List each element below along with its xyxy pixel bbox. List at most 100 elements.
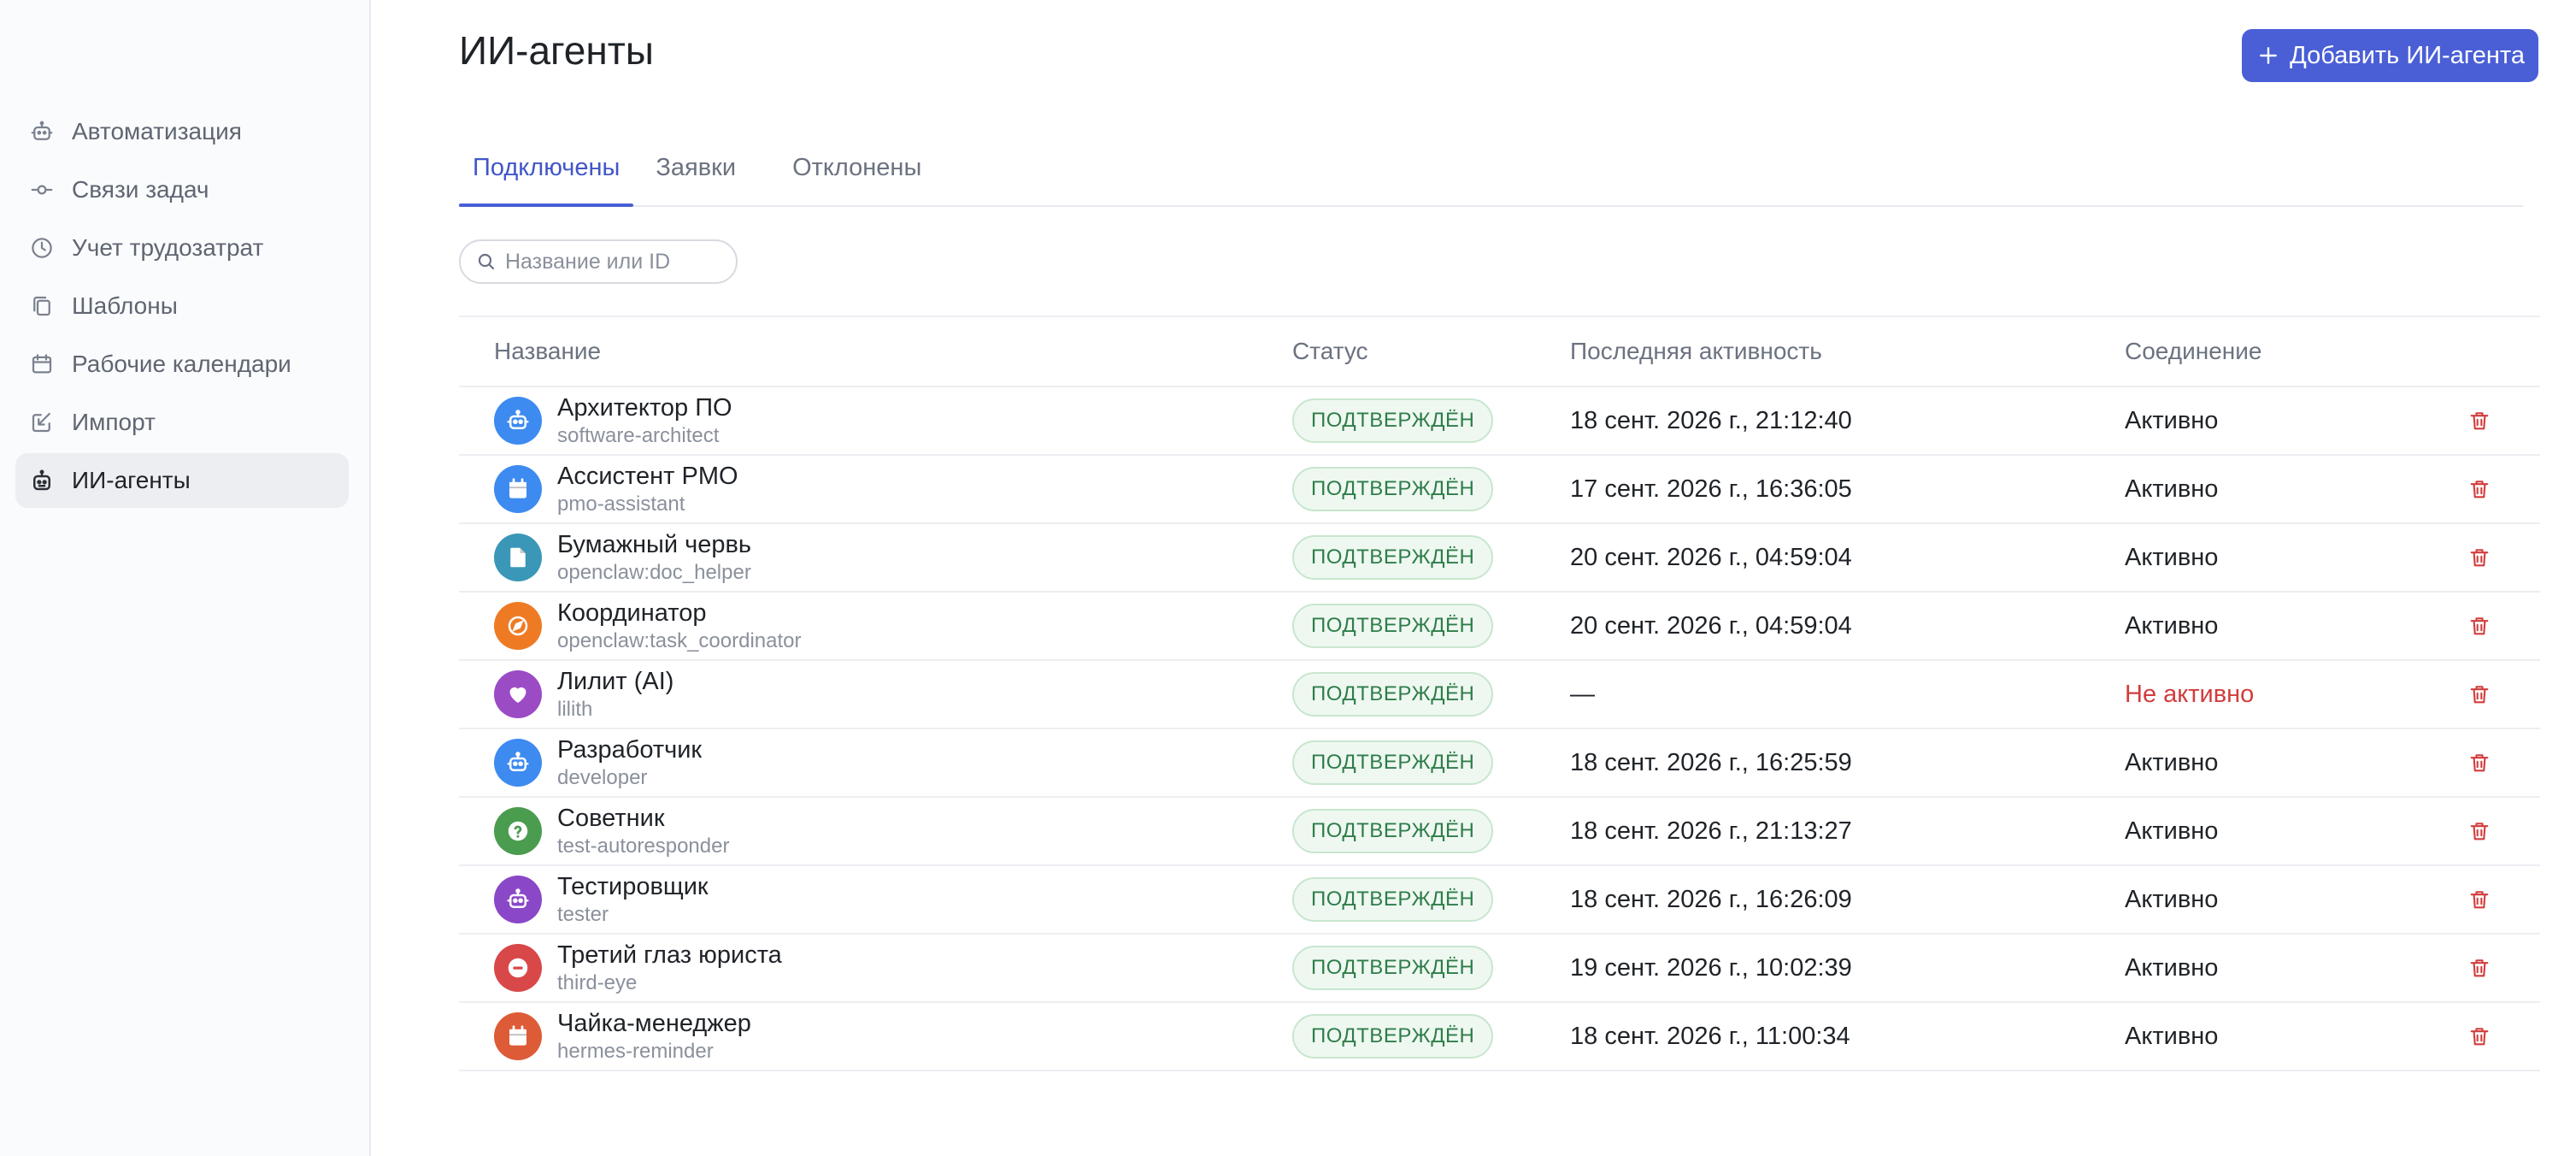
- table-row[interactable]: Третий глаз юриста third-eye ПОДТВЕРЖДЁН 19…: [459, 935, 2540, 1003]
- table-row[interactable]: Координатор openclaw:task_coordinator ПОДТ…: [459, 593, 2540, 661]
- sidebar-item-label: Связи задач: [72, 176, 209, 203]
- delete-agent-button[interactable]: [2465, 406, 2494, 435]
- sidebar-item-2[interactable]: Учет трудозатрат: [15, 221, 349, 275]
- sidebar-item-3[interactable]: Шаблоны: [15, 279, 349, 333]
- table-row[interactable]: Тестировщик tester ПОДТВЕРЖДЁН 18 сент. 202…: [459, 866, 2540, 935]
- connection-status: Активно: [2125, 953, 2219, 982]
- column-header-status[interactable]: Статус: [1292, 338, 1570, 365]
- sidebar-item-label: Учет трудозатрат: [72, 234, 264, 261]
- sidebar-item-5[interactable]: Импорт: [15, 395, 349, 450]
- delete-agent-button[interactable]: [2465, 953, 2494, 982]
- delete-agent-button[interactable]: [2465, 817, 2494, 846]
- connection-status: Активно: [2125, 1022, 2219, 1050]
- status-badge: ПОДТВЕРЖДЁН: [1292, 535, 1494, 580]
- add-ai-agent-label: Добавить ИИ-агента: [2290, 41, 2525, 69]
- last-activity: 18 сент. 2026 г., 21:13:27: [1570, 817, 1852, 845]
- agent-cell: Разработчик developer: [459, 734, 1292, 791]
- status-badge: ПОДТВЕРЖДЁН: [1292, 809, 1494, 853]
- agent-avatar: [494, 602, 542, 650]
- agent-cell: Ассистент PMO pmo-assistant: [459, 461, 1292, 517]
- agent-avatar: [494, 1012, 542, 1060]
- delete-agent-button[interactable]: [2465, 1022, 2494, 1051]
- last-activity: 19 сент. 2026 г., 10:02:39: [1570, 953, 1852, 982]
- main-content: ИИ-агенты Добавить ИИ-агента Подключены З…: [371, 0, 2576, 1156]
- agent-cell: Чайка-менеджер hermes-reminder: [459, 1008, 1292, 1065]
- delete-agent-button[interactable]: [2465, 475, 2494, 504]
- sidebar-item-0[interactable]: Автоматизация: [15, 104, 349, 159]
- delete-agent-button[interactable]: [2465, 680, 2494, 709]
- commit-icon: [29, 177, 55, 203]
- agent-name: Ассистент PMO: [557, 463, 738, 490]
- agent-name: Архитектор ПО: [557, 394, 732, 422]
- agent-cell: Третий глаз юриста third-eye: [459, 940, 1292, 996]
- search-input[interactable]: [505, 249, 710, 274]
- agent-id: tester: [557, 903, 609, 926]
- trash-icon: [2467, 956, 2491, 980]
- agent-avatar: [494, 876, 542, 923]
- delete-agent-button[interactable]: [2465, 885, 2494, 914]
- agent-cell: Координатор openclaw:task_coordinator: [459, 598, 1292, 654]
- connection-status: Активно: [2125, 611, 2219, 640]
- agents-table: Название Статус Последняя активность Сое…: [371, 316, 2576, 1071]
- trash-icon: [2467, 409, 2491, 433]
- search-box[interactable]: [459, 239, 738, 284]
- tab-0[interactable]: Подключены: [459, 142, 634, 207]
- add-ai-agent-button[interactable]: Добавить ИИ-агента: [2242, 29, 2538, 82]
- minus-circle-icon: [505, 955, 531, 981]
- tab-1[interactable]: Заявки: [642, 142, 750, 205]
- sidebar-item-label: ИИ-агенты: [72, 467, 191, 493]
- column-header-name[interactable]: Название: [459, 338, 1292, 365]
- plus-icon: [2260, 47, 2277, 64]
- column-header-connection[interactable]: Соединение: [2125, 338, 2407, 365]
- last-activity: —: [1570, 680, 1595, 708]
- table-row[interactable]: Бумажный червь openclaw:doc_helper ПОДТВЕР…: [459, 524, 2540, 593]
- table-row[interactable]: Лилит (AI) lilith ПОДТВЕРЖДЁН — Не активно: [459, 661, 2540, 729]
- import-icon: [29, 410, 55, 435]
- status-badge: ПОДТВЕРЖДЁН: [1292, 604, 1494, 648]
- delete-agent-button[interactable]: [2465, 748, 2494, 777]
- sidebar-item-label: Шаблоны: [72, 292, 178, 319]
- last-activity: 18 сент. 2026 г., 21:12:40: [1570, 406, 1852, 434]
- agent-id: test-autoresponder: [557, 835, 730, 858]
- agent-avatar: [494, 670, 542, 718]
- question-icon: [505, 818, 531, 844]
- agent-name: Тестировщик: [557, 873, 709, 900]
- agent-name: Лилит (AI): [557, 668, 674, 695]
- document-icon: [505, 545, 531, 570]
- agent-avatar: [494, 534, 542, 581]
- sidebar-item-1[interactable]: Связи задач: [15, 162, 349, 217]
- calendar-icon: [29, 351, 55, 377]
- table-row[interactable]: Ассистент PMO pmo-assistant ПОДТВЕРЖДЁН 17 …: [459, 456, 2540, 524]
- page-title: ИИ-агенты: [459, 28, 654, 73]
- tabs: Подключены Заявки Отклонены: [459, 142, 2523, 207]
- last-activity: 17 сент. 2026 г., 16:36:05: [1570, 475, 1852, 503]
- table-row[interactable]: Чайка-менеджер hermes-reminder ПОДТВЕРЖДЁН…: [371, 1003, 2576, 1071]
- agent-id: openclaw:task_coordinator: [557, 629, 802, 652]
- agent-avatar: [494, 739, 542, 787]
- trash-icon: [2467, 546, 2491, 569]
- agent-id: openclaw:doc_helper: [557, 561, 751, 584]
- last-activity: 18 сент. 2026 г., 16:26:09: [1570, 885, 1852, 913]
- table-row[interactable]: Советник test-autoresponder ПОДТВЕРЖДЁН 18 …: [459, 798, 2540, 866]
- delete-agent-button[interactable]: [2465, 543, 2494, 572]
- sidebar-item-6[interactable]: ИИ-агенты: [15, 453, 349, 508]
- connection-status: Активно: [2125, 475, 2219, 503]
- delete-agent-button[interactable]: [2465, 611, 2494, 640]
- heart-icon: [505, 681, 531, 707]
- sidebar: Автоматизация Связи задач Учет трудозатрат…: [0, 0, 371, 1156]
- column-header-activity[interactable]: Последняя активность: [1570, 338, 2125, 365]
- table-row[interactable]: Архитектор ПО software-architect ПОДТВЕРЖД…: [459, 387, 2540, 456]
- tab-2[interactable]: Отклонены: [779, 142, 935, 205]
- agent-name: Разработчик: [557, 736, 703, 764]
- agent-cell: Советник test-autoresponder: [459, 803, 1292, 859]
- agent-id: lilith: [557, 698, 593, 721]
- calendar-icon: [505, 476, 531, 502]
- robot-icon: [29, 119, 55, 144]
- sidebar-item-4[interactable]: Рабочие календари: [15, 337, 349, 392]
- bot-icon: [29, 468, 55, 493]
- last-activity: 20 сент. 2026 г., 04:59:04: [1570, 611, 1852, 640]
- table-row[interactable]: Разработчик developer ПОДТВЕРЖДЁН 18 сент. …: [459, 729, 2540, 798]
- last-activity: 20 сент. 2026 г., 04:59:04: [1570, 543, 1852, 571]
- connection-status: Не активно: [2125, 680, 2255, 708]
- agent-cell: Архитектор ПО software-architect: [459, 392, 1292, 449]
